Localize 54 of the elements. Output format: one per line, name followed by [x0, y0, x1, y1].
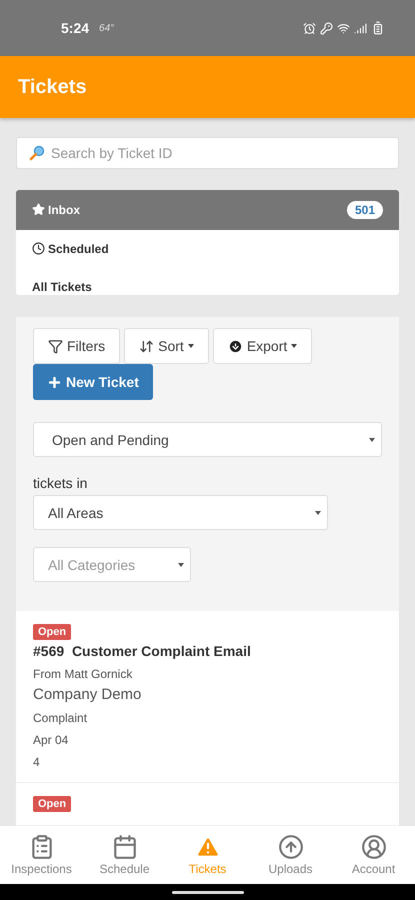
ticket-sender: From Matt Gornick [33, 667, 132, 681]
key-icon [320, 22, 333, 34]
ticket-card[interactable]: Open #569 Customer Complaint Email From Matt Gornick Company Demo Complaint Apr 04 4 [16, 611, 399, 783]
category-select[interactable]: All Categories [33, 547, 191, 582]
caret-icon [315, 510, 321, 514]
wifi-icon [337, 22, 350, 34]
gesture-handle[interactable] [172, 890, 244, 894]
new-ticket-button[interactable]: New Ticket [33, 364, 153, 400]
area-select[interactable]: All Areas [33, 495, 328, 530]
folder-label: Scheduled [48, 242, 109, 256]
ticket-title: #569 Customer Complaint Email [33, 643, 251, 659]
caret-icon [178, 562, 184, 566]
signal-icon [354, 22, 367, 34]
status-badge: Open [33, 624, 72, 640]
status-time: 5:24 [61, 20, 90, 36]
toolbar-button[interactable]: Sort [124, 328, 209, 364]
account-icon [360, 834, 386, 860]
magnifier-icon [29, 144, 45, 161]
star-icon [32, 203, 45, 216]
caret-icon [188, 344, 194, 348]
nav-tab[interactable]: Schedule [83, 826, 166, 884]
nav-tab[interactable]: Inspections [0, 826, 83, 884]
caret-icon [291, 344, 298, 348]
ticket-date: Apr 04 [33, 733, 68, 747]
ticket-count: 4 [33, 755, 40, 769]
download-icon [228, 338, 243, 354]
status-badge: Open [33, 796, 72, 812]
select-placeholder: All Categories [48, 556, 136, 572]
folder-label: All Tickets [32, 280, 92, 294]
ticket-company: Company Demo [33, 686, 142, 703]
nav-tab[interactable]: Account [332, 826, 415, 884]
ticket-category: Complaint [33, 711, 88, 725]
alarm-icon [303, 22, 316, 34]
folder-item[interactable]: Inbox 501 [16, 190, 399, 230]
count-badge: 501 [346, 200, 383, 219]
sort-icon [139, 338, 154, 354]
folder-label: Inbox [48, 202, 80, 217]
tickets-in-label: tickets in [33, 475, 88, 491]
status-temperature: 64° [99, 22, 114, 34]
calendar-icon [112, 834, 138, 860]
ticket-card[interactable]: Open [16, 783, 399, 826]
battery-icon [371, 21, 385, 35]
toolbar-button[interactable]: Filters [33, 328, 120, 364]
nav-tab[interactable]: Uploads [249, 826, 332, 884]
caret-icon [369, 438, 375, 442]
page-title: Tickets [18, 76, 87, 98]
filter-icon [48, 338, 63, 354]
select-value: Open and Pending [51, 432, 169, 448]
clock-icon [32, 242, 45, 256]
select-value: All Areas [48, 504, 104, 520]
toolbar-button[interactable]: Export [212, 328, 312, 364]
upload-icon [278, 834, 304, 860]
plus-icon [47, 374, 62, 390]
status-select[interactable]: Open and Pending [33, 422, 382, 457]
